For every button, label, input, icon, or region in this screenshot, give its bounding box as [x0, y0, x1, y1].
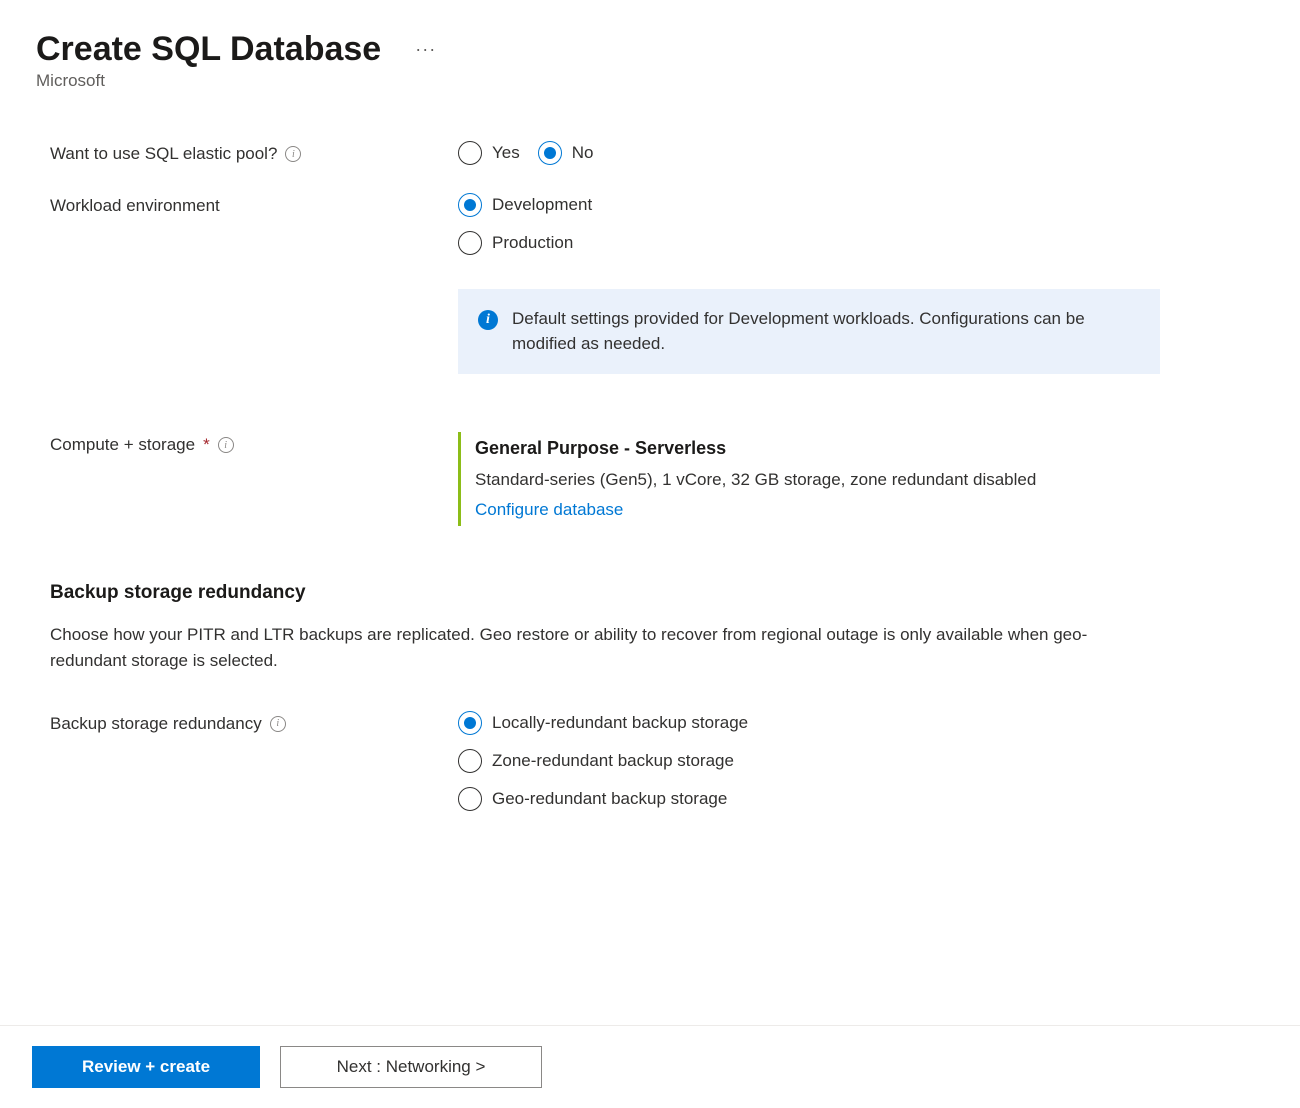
radio-label: Yes	[492, 143, 520, 163]
more-icon[interactable]: ···	[415, 39, 436, 60]
radio-label: No	[572, 143, 594, 163]
compute-tier: General Purpose - Serverless	[475, 432, 1270, 464]
info-icon[interactable]: i	[270, 716, 286, 732]
radio-label: Zone-redundant backup storage	[492, 751, 734, 771]
workload-development-radio[interactable]: Development	[458, 193, 1270, 217]
compute-desc: Standard-series (Gen5), 1 vCore, 32 GB s…	[475, 465, 1270, 496]
backup-local-radio[interactable]: Locally-redundant backup storage	[458, 711, 1270, 735]
info-icon[interactable]: i	[218, 437, 234, 453]
backup-zone-radio[interactable]: Zone-redundant backup storage	[458, 749, 1270, 773]
workload-label: Workload environment	[50, 193, 458, 216]
backup-geo-radio[interactable]: Geo-redundant backup storage	[458, 787, 1270, 811]
footer-bar: Review + create Next : Networking >	[0, 1025, 1300, 1108]
page-subtitle: Microsoft	[36, 71, 1270, 91]
radio-label: Locally-redundant backup storage	[492, 713, 748, 733]
configure-database-link[interactable]: Configure database	[475, 495, 1270, 526]
workload-info-box: i Default settings provided for Developm…	[458, 289, 1160, 374]
radio-label: Development	[492, 195, 592, 215]
info-icon: i	[478, 310, 498, 330]
compute-storage-label: Compute + storage * i	[50, 432, 458, 455]
info-icon[interactable]: i	[285, 146, 301, 162]
backup-section-header: Backup storage redundancy	[36, 582, 1270, 604]
info-text: Default settings provided for Developmen…	[512, 307, 1132, 356]
page-title: Create SQL Database	[36, 30, 381, 69]
review-create-button[interactable]: Review + create	[32, 1046, 260, 1088]
compute-summary: General Purpose - Serverless Standard-se…	[458, 432, 1270, 526]
radio-label: Production	[492, 233, 573, 253]
elastic-pool-label: Want to use SQL elastic pool? i	[50, 141, 458, 164]
elastic-pool-no-radio[interactable]: No	[538, 141, 594, 165]
radio-label: Geo-redundant backup storage	[492, 789, 727, 809]
backup-section-desc: Choose how your PITR and LTR backups are…	[36, 622, 1156, 675]
elastic-pool-yes-radio[interactable]: Yes	[458, 141, 520, 165]
backup-redundancy-label: Backup storage redundancy i	[50, 711, 458, 734]
workload-production-radio[interactable]: Production	[458, 231, 1270, 255]
next-networking-button[interactable]: Next : Networking >	[280, 1046, 542, 1088]
